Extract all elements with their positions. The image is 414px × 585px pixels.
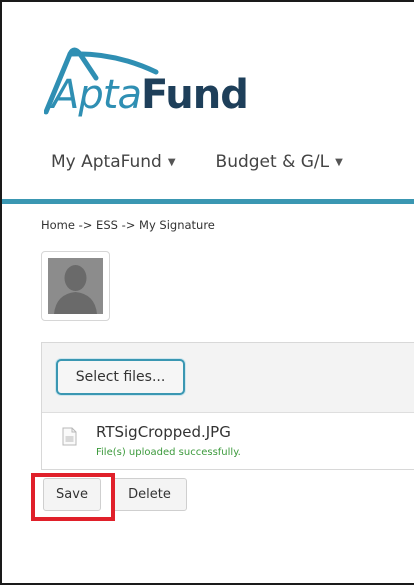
- save-highlight-box: [31, 473, 115, 521]
- image-file-icon: [62, 427, 77, 446]
- main-nav: My AptaFund ▼ Budget & G/L ▼: [51, 152, 343, 172]
- nav-item-budget-gl[interactable]: Budget & G/L ▼: [216, 152, 343, 172]
- upload-toolbar: Select files...: [42, 343, 414, 413]
- logo-text-fund: Fund: [140, 72, 249, 118]
- chevron-down-icon: ▼: [167, 156, 176, 168]
- logo-wordmark: AptaFund: [52, 72, 249, 118]
- header-divider: [2, 199, 414, 204]
- nav-item-my-aptafund[interactable]: My AptaFund ▼: [51, 152, 176, 172]
- nav-item-label: My AptaFund: [51, 152, 162, 172]
- delete-button[interactable]: Delete: [112, 478, 187, 511]
- select-files-button[interactable]: Select files...: [56, 359, 185, 395]
- user-silhouette-icon: [48, 258, 103, 314]
- breadcrumb: Home -> ESS -> My Signature: [41, 218, 215, 232]
- file-upload-panel: Select files... RTSigCropped.JPG File(s)…: [41, 342, 414, 470]
- logo-text-apta: Apta: [52, 72, 142, 118]
- signature-preview: [41, 251, 110, 321]
- uploaded-file-row: RTSigCropped.JPG File(s) uploaded succes…: [42, 414, 414, 470]
- file-name: RTSigCropped.JPG: [96, 423, 231, 441]
- upload-status-text: File(s) uploaded successfully.: [96, 447, 241, 458]
- nav-item-label: Budget & G/L: [215, 152, 330, 172]
- chevron-down-icon: ▼: [335, 156, 343, 168]
- aptafund-logo[interactable]: AptaFund: [44, 44, 284, 122]
